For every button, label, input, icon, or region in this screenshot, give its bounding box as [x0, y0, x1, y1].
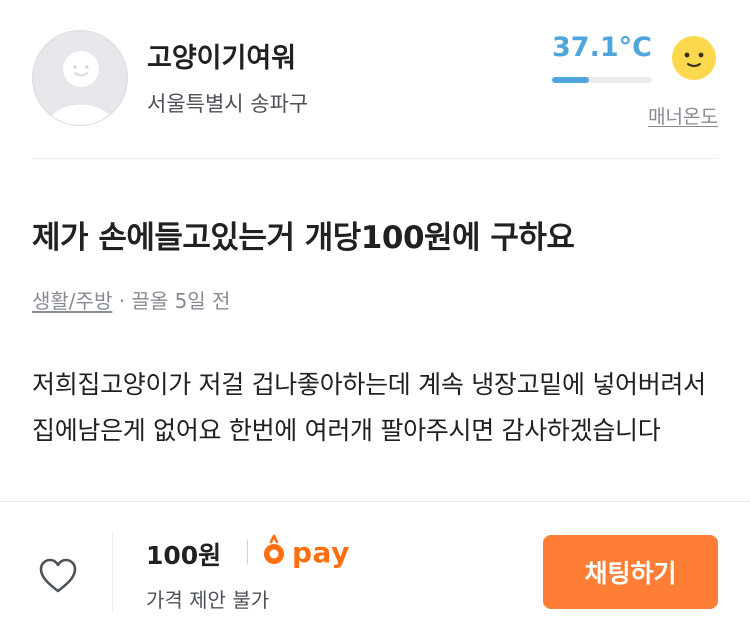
heart-outline-icon[interactable] [38, 557, 78, 595]
manner-temperature-value: 37.1°C [552, 32, 652, 63]
post-title: 제가 손에들고있는거 개당100원에 구하요 [32, 220, 575, 256]
bottom-action-bar: 100원 pay 가격 제안 불가 채팅하기 [0, 501, 750, 643]
item-price: 100원 [146, 541, 222, 570]
post-bump-time: 끌올 5일 전 [131, 289, 231, 313]
manner-temperature[interactable]: 37.1°C 매너온도 [552, 30, 722, 130]
negotiation-status: 가격 제안 불가 [146, 588, 270, 612]
seller-profile[interactable]: 고양이기여워 서울특별시 송파구 37.1°C 매너온도 [32, 30, 722, 130]
profile-divider [32, 158, 718, 159]
chat-button[interactable]: 채팅하기 [543, 535, 718, 609]
manner-temperature-bar [552, 77, 652, 83]
post-meta: 생활/주방 · 끌올 5일 전 [32, 285, 230, 314]
default-profile-icon[interactable] [32, 30, 128, 126]
bottom-divider [112, 532, 113, 612]
seller-nickname[interactable]: 고양이기여워 [147, 36, 296, 75]
manner-temperature-bar-fill [552, 77, 590, 83]
price-pay-separator [247, 540, 248, 564]
carrot-pay-icon [262, 533, 286, 571]
meta-separator: · [112, 289, 132, 313]
post-category-link[interactable]: 생활/주방 [32, 289, 112, 313]
carrot-pay-badge: pay [262, 532, 350, 572]
post-body: 저희집고양이가 저걸 겁나좋아하는데 계속 냉장고밑에 넣어버려서 집에남은게 … [32, 370, 706, 445]
pay-label: pay [292, 535, 350, 569]
manner-temperature-label[interactable]: 매너온도 [648, 102, 718, 129]
seller-region: 서울특별시 송파구 [147, 92, 309, 116]
smiley-face-icon [670, 34, 718, 82]
